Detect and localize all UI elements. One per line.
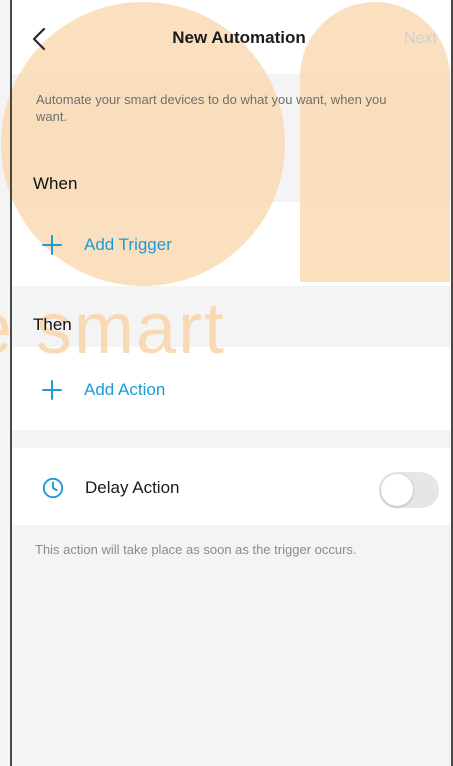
add-trigger-button[interactable]: Add Trigger — [41, 233, 172, 257]
back-button[interactable] — [24, 22, 58, 56]
screen-border-left — [10, 0, 12, 766]
add-action-button[interactable]: Add Action — [41, 378, 165, 402]
page-title: New Automation — [172, 28, 306, 47]
delay-action-toggle[interactable] — [379, 472, 439, 508]
delay-footnote: This action will take place as soon as t… — [35, 542, 357, 557]
next-button[interactable]: Next — [404, 28, 437, 50]
plus-icon — [41, 234, 63, 256]
then-section-label: Then — [33, 315, 72, 334]
intro-description: Automate your smart devices to do what y… — [36, 92, 387, 124]
toggle-knob — [381, 474, 413, 506]
delay-row: Delay Action — [41, 475, 180, 501]
add-trigger-label: Add Trigger — [84, 235, 172, 254]
when-section-label: When — [33, 174, 78, 193]
automation-screen: New Automation Next Automate your smart … — [0, 0, 453, 766]
clock-icon — [41, 476, 65, 500]
chevron-left-icon — [32, 27, 46, 51]
delay-action-label: Delay Action — [85, 478, 180, 497]
plus-icon — [41, 379, 63, 401]
add-action-label: Add Action — [84, 380, 166, 399]
